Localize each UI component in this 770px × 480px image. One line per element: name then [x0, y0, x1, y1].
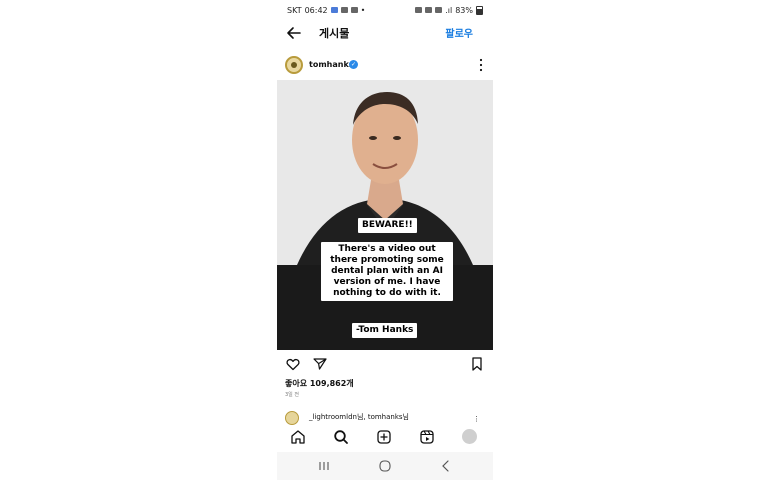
more-vertical-icon[interactable]: ⋮: [473, 415, 480, 423]
search-icon[interactable]: [333, 429, 349, 445]
recent-apps-icon[interactable]: [317, 459, 331, 473]
phone-screen: SKT 06:42 • .ıl 83% 게시물 팔로우 tomhanks ✓ B…: [277, 0, 493, 480]
lte-icon: [435, 7, 443, 13]
like-count[interactable]: 좋아요 109,862개: [285, 378, 354, 389]
vibrate-icon: [425, 7, 433, 13]
status-bar: SKT 06:42 • .ıl 83%: [277, 0, 493, 20]
notification-icon: [340, 7, 348, 13]
bookmark-icon[interactable]: [471, 357, 483, 371]
home-button-icon[interactable]: [378, 459, 392, 473]
post-actions: [277, 354, 493, 374]
notification-icon: [330, 7, 338, 13]
post-image[interactable]: BEWARE!! There's a video out there promo…: [277, 80, 493, 350]
home-icon[interactable]: [290, 429, 306, 445]
carrier-label: SKT: [287, 5, 302, 15]
bottom-tab-bar: [277, 425, 493, 449]
notification-icon: [350, 7, 358, 13]
username[interactable]: tomhanks: [309, 60, 354, 69]
page-title: 게시물: [319, 27, 350, 40]
alarm-icon: [415, 7, 423, 13]
battery-percent: 83%: [455, 5, 473, 15]
dot-icon: •: [360, 5, 366, 15]
top-bar: 게시물 팔로우: [277, 20, 493, 46]
battery-icon: [476, 5, 483, 15]
comment-preview-text: _lightroomldn님, tomhanks님: [309, 413, 409, 421]
send-icon[interactable]: [313, 357, 327, 371]
heart-icon[interactable]: [286, 357, 300, 371]
clock: 06:42: [304, 5, 328, 15]
signal-icon: .ıl: [445, 5, 453, 15]
caption-warning: BEWARE!!: [358, 218, 417, 233]
comment-avatar: [285, 411, 299, 425]
user-avatar[interactable]: [285, 56, 303, 74]
profile-avatar-icon[interactable]: [462, 429, 477, 444]
comment-preview[interactable]: _lightroomldn님, tomhanks님 ⋮: [277, 409, 493, 425]
caption-signature: -Tom Hanks: [352, 323, 418, 338]
plus-square-icon[interactable]: [376, 429, 392, 445]
person-portrait: [297, 92, 473, 265]
post-header: tomhanks ✓: [277, 54, 493, 78]
caption-message: There's a video out there promoting some…: [321, 242, 453, 301]
more-vertical-icon[interactable]: [479, 58, 483, 72]
reels-icon[interactable]: [419, 429, 435, 445]
back-button-icon[interactable]: [439, 459, 453, 473]
verified-badge-icon: ✓: [349, 60, 358, 69]
system-navigation-bar: [277, 452, 493, 480]
status-right: .ıl 83%: [415, 5, 483, 15]
arrow-left-icon[interactable]: [285, 24, 303, 42]
follow-button[interactable]: 팔로우: [445, 25, 473, 40]
status-left: SKT 06:42 •: [287, 6, 365, 15]
post-time: 3일 전: [285, 392, 299, 398]
